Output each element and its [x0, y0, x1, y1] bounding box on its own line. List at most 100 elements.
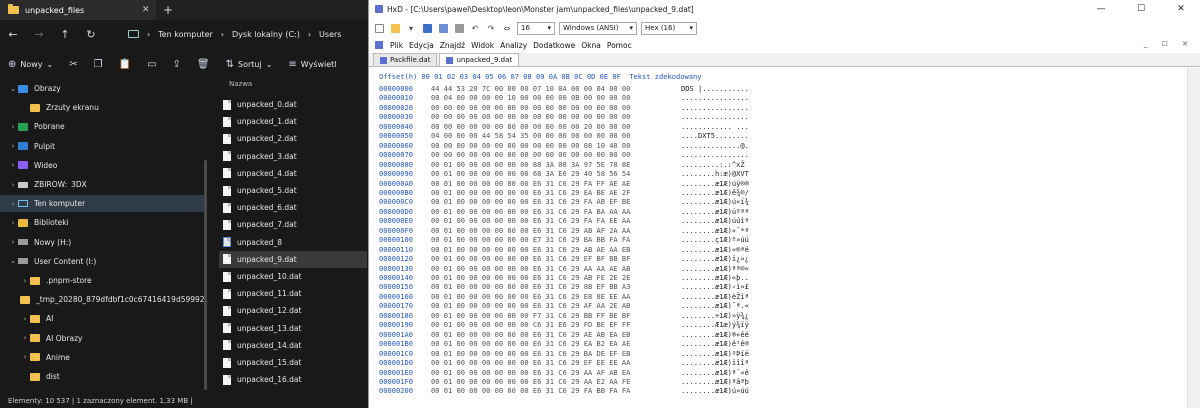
tree-item[interactable]: › Pulpit — [0, 138, 206, 155]
save-all-icon[interactable] — [437, 22, 449, 34]
cut-icon[interactable]: ✂ — [61, 54, 85, 74]
undo-icon[interactable]: ↶ — [469, 22, 481, 34]
hex-row[interactable]: 00000110 00 01 00 00 00 00 00 00 E6 31 C6… — [379, 245, 761, 254]
file-list-item[interactable]: unpacked_16.dat — [219, 371, 367, 388]
tree-item[interactable]: _tmp_20280_879dfdbf1c0c67416419d59992f05… — [0, 291, 206, 308]
menu-item[interactable]: Plik — [387, 41, 406, 50]
menu-item[interactable]: Widok — [468, 41, 497, 50]
navigation-scrollbar[interactable] — [204, 160, 207, 390]
number-base-select[interactable]: Hex (16) ▾ — [641, 21, 697, 35]
hex-row[interactable]: 00000140 00 01 00 00 00 00 00 00 E6 31 C6… — [379, 273, 761, 282]
file-list-item[interactable]: unpacked_11.dat — [219, 285, 367, 302]
explorer-tab[interactable]: unpacked_files ✕ — [0, 0, 156, 20]
tree-item[interactable]: dist — [0, 368, 206, 385]
file-list-item[interactable]: unpacked_6.dat — [219, 199, 367, 216]
maximize-button[interactable]: ☐ — [1121, 0, 1161, 18]
file-list-item[interactable]: unpacked_7.dat — [219, 216, 367, 233]
chevron-icon[interactable]: › — [20, 277, 30, 285]
rename-icon[interactable]: ▭ — [139, 54, 164, 74]
file-list-item[interactable]: unpacked_3.dat — [219, 148, 367, 165]
hex-editor-view[interactable]: Offset(h) 00 01 02 03 04 05 06 07 08 09 … — [369, 68, 1187, 408]
breadcrumb[interactable]: › Ten komputer › Dysk lokalny (C:) › Use… — [128, 26, 341, 42]
up-arrow-icon[interactable]: ↑ — [52, 28, 78, 41]
tree-item[interactable]: › .pnpm-store — [0, 272, 206, 289]
file-list-item[interactable]: unpacked_15.dat — [219, 354, 367, 371]
file-list-item[interactable]: unpacked_10.dat — [219, 268, 367, 285]
file-list-item[interactable]: unpacked_0.dat — [219, 96, 367, 113]
file-list-item[interactable]: unpacked_9.dat — [219, 250, 367, 268]
file-list-item[interactable]: unpacked_14.dat — [219, 337, 367, 354]
hex-row[interactable]: 00000020 00 00 00 00 00 00 00 00 00 00 00… — [379, 103, 761, 112]
file-list-item[interactable]: unpacked_5.dat — [219, 182, 367, 199]
hex-row[interactable]: 000001A0 00 01 00 00 00 00 00 00 E6 31 C6… — [379, 330, 761, 339]
hex-row[interactable]: 000000C0 00 01 00 00 00 00 00 00 E6 31 C6… — [379, 197, 761, 206]
hex-row[interactable]: 00000160 00 01 00 00 00 00 00 00 E6 31 C6… — [379, 292, 761, 301]
chevron-icon[interactable]: › — [8, 142, 18, 150]
new-tab-button[interactable]: + — [163, 3, 173, 17]
chevron-icon[interactable]: › — [8, 200, 18, 208]
tree-item[interactable]: › Anime — [0, 349, 206, 366]
tab-packfile[interactable]: Packfile.dat — [373, 53, 438, 66]
chevron-icon[interactable]: › — [8, 238, 18, 246]
hex-row[interactable]: 000000A0 00 01 00 00 00 00 00 00 E6 31 C6… — [379, 179, 761, 188]
hex-vertical-scrollbar[interactable] — [1187, 68, 1200, 408]
chevron-icon[interactable]: › — [20, 315, 30, 323]
paste-icon[interactable]: 📋 — [111, 54, 139, 74]
hex-row[interactable]: 00000200 00 01 00 00 00 00 00 00 E6 31 C6… — [379, 386, 761, 395]
forward-arrow-icon[interactable]: → — [26, 28, 52, 41]
charset-select[interactable]: Windows (ANSI) ▾ — [559, 21, 637, 35]
hex-row[interactable]: 00000090 00 01 00 00 00 00 00 00 68 3A E6… — [379, 169, 761, 178]
menu-item[interactable]: Edycja — [406, 41, 437, 50]
hex-row[interactable]: 00000130 00 01 00 00 00 00 00 00 E6 31 C6… — [379, 264, 761, 273]
redo-icon[interactable]: ↷ — [485, 22, 497, 34]
chevron-icon[interactable]: ⌄ — [8, 257, 18, 265]
hex-row[interactable]: 000001C0 00 01 00 00 00 00 00 00 E6 31 C6… — [379, 349, 761, 358]
hex-row[interactable]: 00000080 00 01 00 00 00 00 00 00 88 3A 08… — [379, 160, 761, 169]
tree-item[interactable]: ⌄ Obrazy — [0, 80, 206, 97]
chevron-icon[interactable]: › — [8, 123, 18, 131]
file-list-item[interactable]: unpacked_12.dat — [219, 302, 367, 319]
back-arrow-icon[interactable]: ← — [0, 28, 26, 41]
file-list-item[interactable]: unpacked_1.dat — [219, 113, 367, 130]
chevron-icon[interactable]: › — [8, 219, 18, 227]
tree-item[interactable]: ⌄ User Content (I:) — [0, 253, 206, 270]
delete-icon[interactable]: 🗑 — [189, 54, 218, 74]
file-list-item[interactable]: unpacked_4.dat — [219, 165, 367, 182]
chevron-icon[interactable]: › — [20, 334, 30, 342]
tree-item[interactable]: › Ten komputer — [0, 195, 206, 213]
menu-item[interactable]: Analizy — [497, 41, 530, 50]
file-list-item[interactable]: unpacked_13.dat — [219, 320, 367, 337]
tree-item[interactable]: › Wideo — [0, 157, 206, 174]
chevron-icon[interactable]: › — [20, 353, 30, 361]
hex-row[interactable]: 000001D0 00 01 00 00 00 00 00 00 E6 31 C6… — [379, 358, 761, 367]
hex-row[interactable]: 00000040 00 00 00 00 00 00 00 00 00 00 00… — [379, 122, 761, 131]
hex-row[interactable]: 00000180 00 01 00 00 00 00 00 00 F7 31 C6… — [379, 311, 761, 320]
hex-row[interactable]: 000001B0 00 01 00 00 00 00 00 00 E6 31 C6… — [379, 339, 761, 348]
hex-row[interactable]: 000000D0 00 01 00 00 00 00 00 00 E6 31 C6… — [379, 207, 761, 216]
hex-row[interactable]: 000000F0 00 01 00 00 00 00 00 00 E6 31 C6… — [379, 226, 761, 235]
hex-row[interactable]: 00000030 00 00 00 00 00 00 00 00 00 00 00… — [379, 112, 761, 121]
hex-row[interactable]: 00000000 44 44 53 20 7C 00 00 00 07 10 0A… — [379, 84, 761, 93]
tree-item[interactable]: › Pobrane — [0, 118, 206, 135]
breadcrumb-item[interactable]: Users — [319, 30, 341, 39]
tree-item[interactable]: › AI — [0, 310, 206, 327]
hex-row[interactable]: 00000010 00 04 00 00 00 00 10 00 00 00 00… — [379, 93, 761, 102]
chevron-icon[interactable]: ⌄ — [8, 85, 18, 93]
tree-item[interactable]: › Nowy (H:) — [0, 234, 206, 251]
hex-row[interactable]: 00000100 00 01 00 00 00 00 00 00 E7 31 C6… — [379, 235, 761, 244]
save-icon[interactable] — [421, 22, 433, 34]
tree-item[interactable]: Zrzuty ekranu — [0, 99, 206, 116]
new-button[interactable]: ⊕ Nowy ⌄ — [0, 54, 61, 74]
hex-row[interactable]: 00000150 00 01 00 00 00 00 00 00 E6 31 C6… — [379, 282, 761, 291]
breadcrumb-item[interactable]: Dysk lokalny (C:) — [232, 30, 300, 39]
chevron-down-icon[interactable]: ▾ — [405, 22, 417, 34]
refresh-icon[interactable]: ↻ — [78, 28, 104, 41]
open-file-icon[interactable] — [389, 22, 401, 34]
hex-row[interactable]: 000001F0 00 01 00 00 00 00 00 00 E6 31 C6… — [379, 377, 761, 386]
hex-row[interactable]: 00000190 00 01 00 00 00 00 00 00 C6 31 E6… — [379, 320, 761, 329]
minimize-button[interactable]: — — [1081, 0, 1121, 18]
hex-row[interactable]: 00000170 00 01 00 00 00 00 00 00 E6 31 C6… — [379, 301, 761, 310]
sort-button[interactable]: ⇅ Sortuj ⌄ — [218, 54, 281, 74]
chevron-icon[interactable]: › — [8, 181, 18, 189]
file-list-item[interactable]: unpacked_2.dat — [219, 130, 367, 147]
